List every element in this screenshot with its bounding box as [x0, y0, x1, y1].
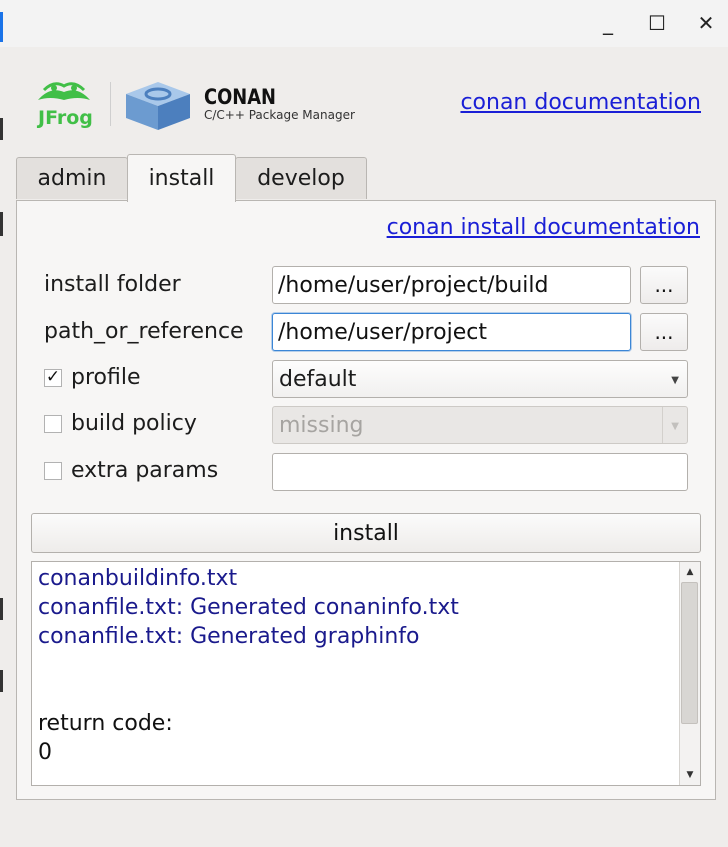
profile-label: profile — [71, 365, 141, 390]
conan-logo — [122, 76, 194, 132]
output-line: conanbuildinfo.txt — [38, 566, 238, 591]
profile-value: default — [279, 366, 357, 392]
tab-develop[interactable]: develop — [235, 157, 367, 199]
background-window-edge — [0, 118, 3, 140]
tab-admin[interactable]: admin — [16, 157, 128, 199]
install-button[interactable]: install — [31, 513, 701, 553]
scrollbar-thumb[interactable] — [681, 582, 698, 724]
profile-checkbox-row[interactable]: ✓ profile — [44, 365, 141, 390]
window-edge — [0, 12, 3, 42]
maximize-icon: ☐ — [648, 11, 666, 35]
maximize-button[interactable]: ☐ — [641, 8, 673, 38]
svg-text:JFrog: JFrog — [36, 107, 93, 128]
close-icon: ✕ — [697, 11, 715, 35]
chevron-down-icon: ▼ — [671, 375, 679, 386]
install-folder-label: install folder — [44, 272, 181, 297]
output-line: conanfile.txt: Generated graphinfo — [38, 624, 420, 649]
output-line: conanfile.txt: Generated conaninfo.txt — [38, 595, 459, 620]
background-window-edge — [0, 598, 3, 620]
profile-checkbox[interactable]: ✓ — [44, 367, 62, 387]
extra-params-label: extra params — [71, 458, 219, 483]
background-window-edge — [0, 670, 3, 692]
output-scrollbar[interactable]: ▲ ▼ — [679, 562, 700, 785]
install-documentation-link[interactable]: conan install documentation — [387, 215, 700, 240]
output-log[interactable]: conanbuildinfo.txt conanfile.txt: Genera… — [31, 561, 701, 786]
conan-documentation-link[interactable]: conan documentation — [460, 90, 701, 115]
scroll-up-icon[interactable]: ▲ — [680, 562, 700, 582]
build-policy-checkbox[interactable] — [44, 414, 62, 433]
install-folder-browse-button[interactable]: ... — [640, 266, 688, 304]
tab-install[interactable]: install — [127, 154, 236, 202]
output-line: return code: — [38, 711, 173, 736]
title-bar: _ ☐ ✕ — [0, 0, 728, 47]
check-icon: ✓ — [45, 367, 61, 387]
output-line: 0 — [38, 740, 52, 765]
extra-params-field[interactable] — [272, 453, 688, 491]
brand-subtitle: C/C++ Package Manager — [204, 108, 355, 122]
build-policy-select: missing ▼ — [272, 406, 688, 444]
minimize-button[interactable]: _ — [592, 8, 624, 38]
background-window-edge — [0, 212, 3, 236]
extra-params-checkbox-row[interactable]: extra params — [44, 458, 218, 483]
install-folder-field[interactable]: /home/user/project/build — [272, 266, 631, 304]
path-or-reference-label: path_or_reference — [44, 319, 244, 344]
brand-title: CONAN — [204, 85, 276, 109]
chevron-down-icon: ▼ — [671, 421, 679, 432]
output-text: conanbuildinfo.txt conanfile.txt: Genera… — [38, 564, 678, 767]
path-or-reference-field[interactable]: /home/user/project — [272, 313, 631, 351]
profile-select[interactable]: default ▼ — [272, 360, 688, 398]
scroll-down-icon[interactable]: ▼ — [680, 765, 700, 785]
extra-params-checkbox[interactable] — [44, 461, 62, 480]
minimize-icon: _ — [603, 11, 613, 35]
path-or-reference-browse-button[interactable]: ... — [640, 313, 688, 351]
build-policy-checkbox-row[interactable]: build policy — [44, 411, 197, 436]
build-policy-label: build policy — [71, 411, 197, 436]
logo-separator — [110, 82, 111, 126]
build-policy-value: missing — [279, 412, 364, 438]
jfrog-logo: JFrog — [30, 78, 100, 129]
close-button[interactable]: ✕ — [690, 8, 722, 38]
